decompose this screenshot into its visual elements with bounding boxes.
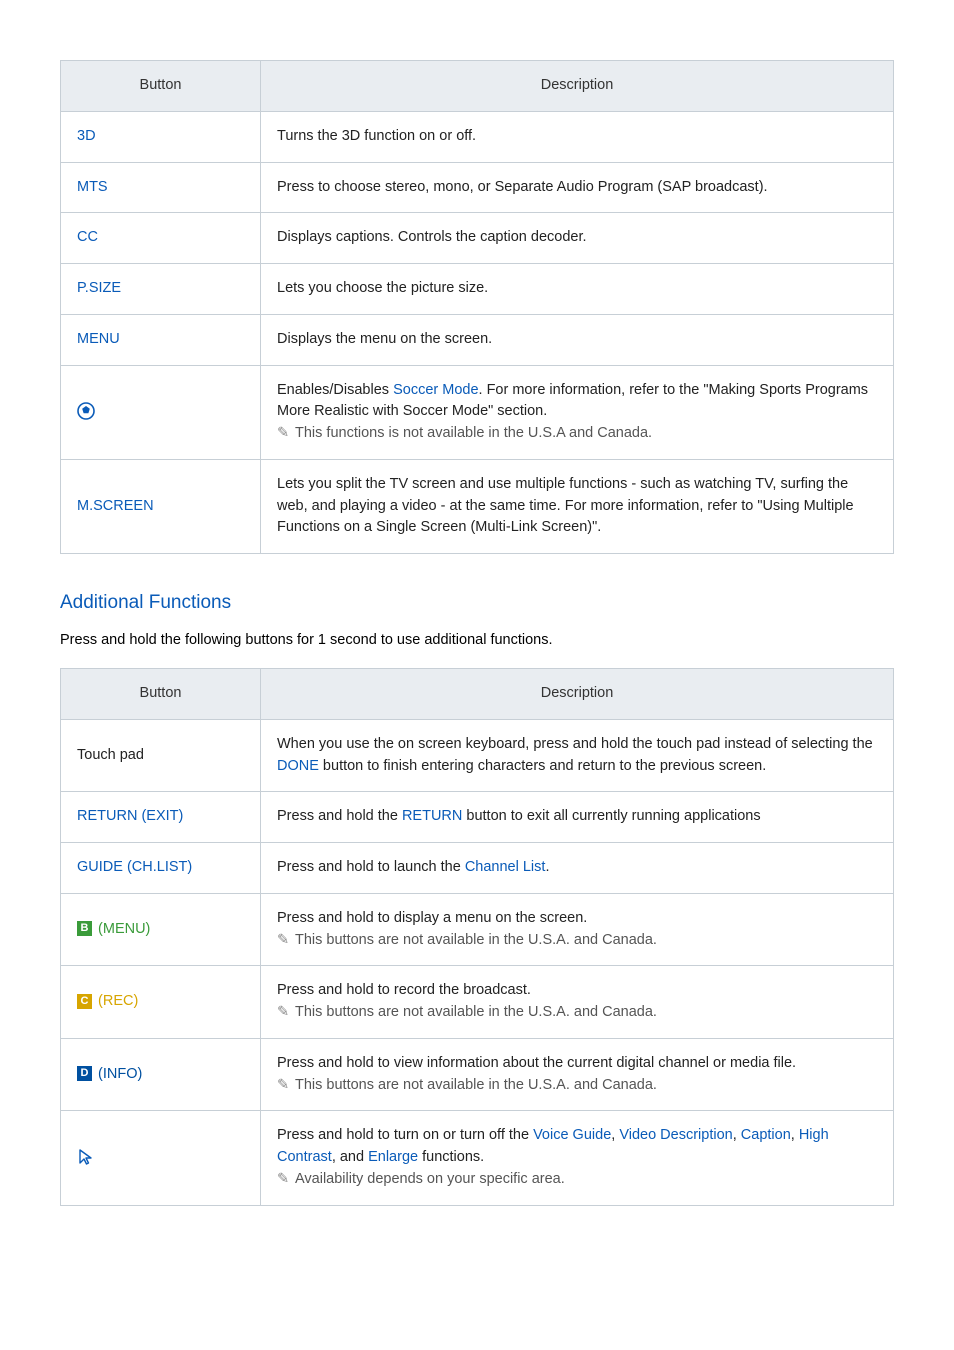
button-description: Displays captions. Controls the caption … xyxy=(261,213,894,264)
soccer-mode-link[interactable]: Soccer Mode xyxy=(393,382,478,398)
desc-text: Press and hold to display a menu on the … xyxy=(277,910,587,926)
button-description: Enables/Disables Soccer Mode. For more i… xyxy=(261,365,894,459)
button-description: Displays the menu on the screen. xyxy=(261,314,894,365)
desc-text: functions. xyxy=(418,1149,484,1165)
button-label: MTS xyxy=(61,162,261,213)
button-description: Press to choose stereo, mono, or Separat… xyxy=(261,162,894,213)
table-row: GUIDE (CH.LIST) Press and hold to launch… xyxy=(61,843,894,894)
button-label: MENU xyxy=(61,314,261,365)
caption-link[interactable]: Caption xyxy=(741,1127,791,1143)
section-lead: Press and hold the following buttons for… xyxy=(60,632,894,648)
desc-text: , xyxy=(733,1127,741,1143)
button-label: CC xyxy=(61,213,261,264)
table-row: C (REC) Press and hold to record the bro… xyxy=(61,966,894,1039)
color-tag-d-icon: D xyxy=(77,1066,92,1081)
buttons-table-2: Button Description Touch pad When you us… xyxy=(60,668,894,1206)
channel-list-link[interactable]: Channel List xyxy=(465,859,546,875)
table-row: D (INFO) Press and hold to view informat… xyxy=(61,1038,894,1111)
note-text: This buttons are not available in the U.… xyxy=(295,1077,657,1093)
button-description: Press and hold to record the broadcast. … xyxy=(261,966,894,1039)
note-icon: ✎ xyxy=(277,1075,291,1097)
button-sub-label: (INFO) xyxy=(98,1066,142,1082)
done-link[interactable]: DONE xyxy=(277,758,319,774)
table-header-row: Button Description xyxy=(61,61,894,112)
button-description: Press and hold to turn on or turn off th… xyxy=(261,1111,894,1205)
color-tag-c-icon: C xyxy=(77,994,92,1009)
desc-text: Press and hold to record the broadcast. xyxy=(277,982,531,998)
buttons-table-1: Button Description 3D Turns the 3D funct… xyxy=(60,60,894,554)
note-icon: ✎ xyxy=(277,423,291,445)
table-row: MENU Displays the menu on the screen. xyxy=(61,314,894,365)
table-row: B (MENU) Press and hold to display a men… xyxy=(61,893,894,966)
note-icon: ✎ xyxy=(277,930,291,952)
note-icon: ✎ xyxy=(277,1169,291,1191)
video-description-link[interactable]: Video Description xyxy=(619,1127,732,1143)
desc-text: button to exit all currently running app… xyxy=(462,808,760,824)
desc-text: . xyxy=(545,859,549,875)
button-label: D (INFO) xyxy=(61,1038,261,1111)
note-text: This buttons are not available in the U.… xyxy=(295,1004,657,1020)
col-header-button: Button xyxy=(61,669,261,720)
desc-text: Press and hold the xyxy=(277,808,402,824)
section-title: Additional Functions xyxy=(60,592,894,614)
return-link[interactable]: RETURN xyxy=(402,808,462,824)
table-row: MTS Press to choose stereo, mono, or Sep… xyxy=(61,162,894,213)
table-header-row: Button Description xyxy=(61,669,894,720)
desc-text: , and xyxy=(332,1149,368,1165)
button-description: Press and hold to view information about… xyxy=(261,1038,894,1111)
table-row: RETURN (EXIT) Press and hold the RETURN … xyxy=(61,792,894,843)
table-row: Touch pad When you use the on screen key… xyxy=(61,719,894,792)
soccer-icon xyxy=(77,401,95,423)
button-label xyxy=(61,365,261,459)
col-header-description: Description xyxy=(261,669,894,720)
table-row: P.SIZE Lets you choose the picture size. xyxy=(61,264,894,315)
button-label: GUIDE (CH.LIST) xyxy=(61,843,261,894)
button-description: Lets you choose the picture size. xyxy=(261,264,894,315)
desc-text: Press and hold to launch the xyxy=(277,859,465,875)
desc-text: Press and hold to view information about… xyxy=(277,1055,796,1071)
col-header-button: Button xyxy=(61,61,261,112)
table-row: M.SCREEN Lets you split the TV screen an… xyxy=(61,459,894,553)
desc-text: button to finish entering characters and… xyxy=(319,758,766,774)
note-icon: ✎ xyxy=(277,1002,291,1024)
table-row: 3D Turns the 3D function on or off. xyxy=(61,111,894,162)
table-row: Press and hold to turn on or turn off th… xyxy=(61,1111,894,1205)
desc-text: Press and hold to turn on or turn off th… xyxy=(277,1127,533,1143)
desc-text: When you use the on screen keyboard, pre… xyxy=(277,736,873,752)
button-label: M.SCREEN xyxy=(61,459,261,553)
table-row: CC Displays captions. Controls the capti… xyxy=(61,213,894,264)
button-label xyxy=(61,1111,261,1205)
button-sub-label: (REC) xyxy=(98,993,138,1009)
note-text: This buttons are not available in the U.… xyxy=(295,932,657,948)
col-header-description: Description xyxy=(261,61,894,112)
button-label: Touch pad xyxy=(61,719,261,792)
button-description: Lets you split the TV screen and use mul… xyxy=(261,459,894,553)
button-description: When you use the on screen keyboard, pre… xyxy=(261,719,894,792)
color-tag-b-icon: B xyxy=(77,921,92,936)
button-description: Press and hold to display a menu on the … xyxy=(261,893,894,966)
table-row: Enables/Disables Soccer Mode. For more i… xyxy=(61,365,894,459)
button-description: Press and hold the RETURN button to exit… xyxy=(261,792,894,843)
desc-text: Enables/Disables xyxy=(277,382,393,398)
voice-guide-link[interactable]: Voice Guide xyxy=(533,1127,611,1143)
button-description: Press and hold to launch the Channel Lis… xyxy=(261,843,894,894)
button-label: RETURN (EXIT) xyxy=(61,792,261,843)
note-text: This functions is not available in the U… xyxy=(295,425,652,441)
button-label: 3D xyxy=(61,111,261,162)
desc-text: , xyxy=(791,1127,799,1143)
enlarge-link[interactable]: Enlarge xyxy=(368,1149,418,1165)
button-label: P.SIZE xyxy=(61,264,261,315)
cursor-icon xyxy=(77,1149,95,1165)
button-label: B (MENU) xyxy=(61,893,261,966)
button-sub-label: (MENU) xyxy=(98,921,150,937)
note-text: Availability depends on your specific ar… xyxy=(295,1171,565,1187)
button-label: C (REC) xyxy=(61,966,261,1039)
button-description: Turns the 3D function on or off. xyxy=(261,111,894,162)
